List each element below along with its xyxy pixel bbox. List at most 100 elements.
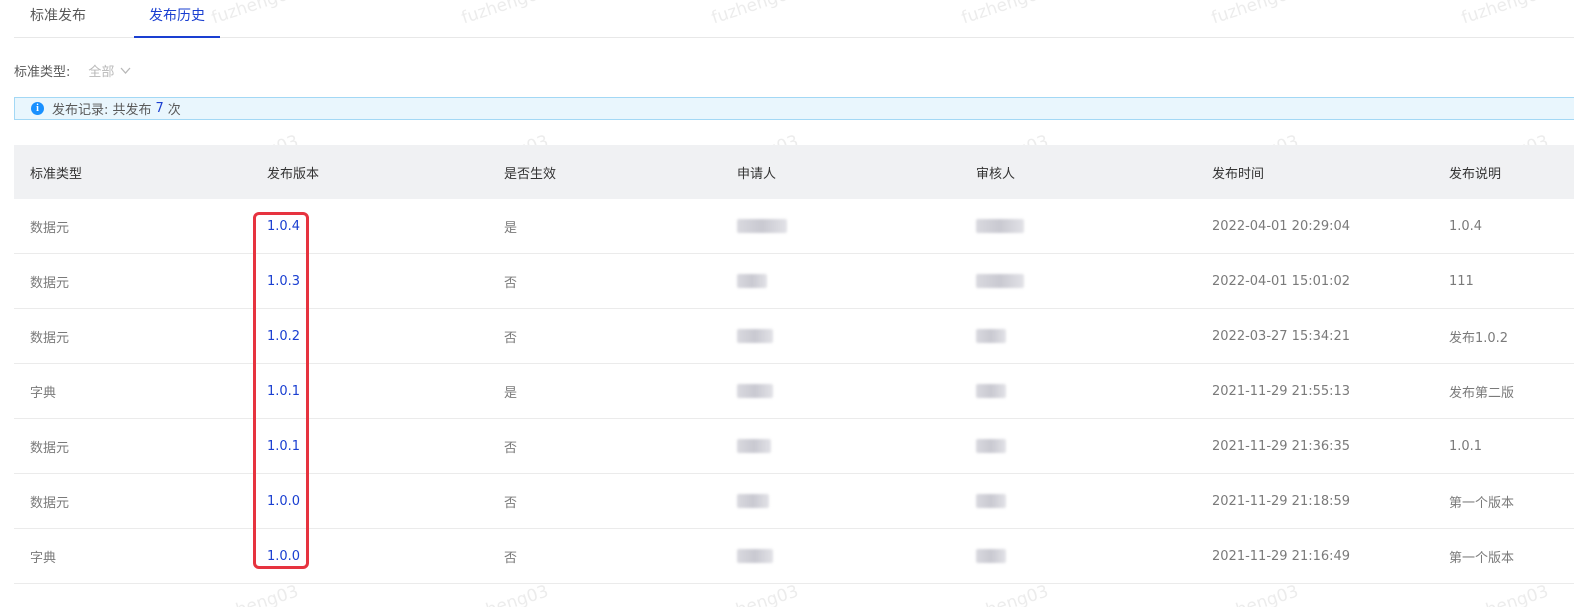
tab-standard-release[interactable]: 标准发布 [30, 0, 86, 37]
table-row: 数据元 1.0.3 否 2022-04-01 15:01:02 111 [14, 254, 1574, 309]
table-row: 数据元 1.0.0 否 2021-11-29 21:18:59 第一个版本 [14, 474, 1574, 529]
cell-effective: 否 [504, 550, 518, 566]
type-select-value: 全部 [88, 64, 115, 80]
header-release-time: 发布时间 [1212, 166, 1265, 182]
cell-standard-type: 字典 [30, 385, 57, 401]
redacted-blur [976, 439, 1006, 453]
table-row: 数据元 1.0.2 否 2022-03-27 15:34:21 发布1.0.2 [14, 309, 1574, 364]
version-link[interactable]: 1.0.1 [267, 364, 300, 418]
cell-release-note: 第一个版本 [1449, 550, 1515, 566]
redacted-blur [737, 439, 771, 453]
cell-standard-type: 数据元 [30, 275, 70, 291]
cell-release-time: 2021-11-29 21:36:35 [1212, 438, 1351, 454]
cell-release-time: 2021-11-29 21:18:59 [1212, 493, 1351, 509]
cell-applicant-redacted [737, 254, 767, 308]
cell-release-note: 1.0.4 [1449, 218, 1483, 234]
version-link[interactable]: 1.0.2 [267, 309, 300, 363]
cell-reviewer-redacted [976, 199, 1024, 253]
type-filter: 标准类型: 全部 [14, 60, 131, 80]
tab-bar: 标准发布 发布历史 [14, 0, 1574, 38]
watermark-text: fuzheng03 [1209, 581, 1302, 607]
watermark-text: fuzheng03 [709, 581, 802, 607]
redacted-blur [976, 549, 1006, 563]
table-row: 字典 1.0.1 是 2021-11-29 21:55:13 发布第二版 [14, 364, 1574, 419]
cell-effective: 是 [504, 220, 518, 236]
table-header: 标准类型 发布版本 是否生效 申请人 审核人 发布时间 发布说明 [14, 145, 1574, 199]
redacted-blur [737, 549, 773, 563]
cell-applicant-redacted [737, 364, 773, 418]
cell-release-note: 发布第二版 [1449, 385, 1515, 401]
cell-applicant-redacted [737, 199, 787, 253]
watermark-text: fuzheng03 [459, 581, 552, 607]
header-effective: 是否生效 [504, 166, 557, 182]
cell-effective: 否 [504, 495, 518, 511]
info-icon: i [31, 102, 44, 115]
version-link[interactable]: 1.0.0 [267, 529, 300, 583]
cell-reviewer-redacted [976, 254, 1024, 308]
chevron-down-icon [120, 67, 131, 74]
watermark-text: fuzheng03 [1459, 581, 1552, 607]
cell-applicant-redacted [737, 419, 771, 473]
version-link[interactable]: 1.0.4 [267, 199, 300, 253]
redacted-blur [737, 219, 787, 233]
cell-reviewer-redacted [976, 309, 1006, 363]
cell-release-time: 2022-04-01 20:29:04 [1212, 218, 1351, 234]
filter-label: 标准类型: [14, 64, 71, 80]
cell-applicant-redacted [737, 529, 773, 583]
cell-reviewer-redacted [976, 529, 1006, 583]
cell-reviewer-redacted [976, 419, 1006, 473]
cell-reviewer-redacted [976, 474, 1006, 528]
cell-release-note: 第一个版本 [1449, 495, 1515, 511]
alert-prefix: 发布记录: 共发布 [52, 103, 152, 118]
redacted-blur [737, 494, 769, 508]
header-release-version: 发布版本 [267, 166, 320, 182]
cell-release-note: 1.0.1 [1449, 438, 1483, 454]
tab-release-history[interactable]: 发布历史 [134, 0, 220, 38]
redacted-blur [737, 384, 773, 398]
table-body: 数据元 1.0.4 是 2022-04-01 20:29:04 1.0.4 数据元 1.0.… [14, 199, 1574, 584]
cell-standard-type: 字典 [30, 550, 57, 566]
redacted-blur [737, 329, 773, 343]
redacted-blur [976, 494, 1006, 508]
redacted-blur [976, 219, 1024, 233]
cell-effective: 否 [504, 330, 518, 346]
cell-release-time: 2021-11-29 21:16:49 [1212, 548, 1351, 564]
watermark-text: fuzheng03 [209, 581, 302, 607]
watermark-text: fuzheng03 [959, 581, 1052, 607]
redacted-blur [976, 329, 1006, 343]
header-applicant: 申请人 [737, 166, 777, 182]
cell-standard-type: 数据元 [30, 495, 70, 511]
table-row: 数据元 1.0.1 否 2021-11-29 21:36:35 1.0.1 [14, 419, 1574, 474]
version-link[interactable]: 1.0.3 [267, 254, 300, 308]
cell-release-time: 2022-03-27 15:34:21 [1212, 328, 1351, 344]
type-select[interactable]: 全部 [88, 61, 131, 80]
cell-release-time: 2021-11-29 21:55:13 [1212, 383, 1351, 399]
cell-applicant-redacted [737, 474, 769, 528]
cell-standard-type: 数据元 [30, 330, 70, 346]
cell-effective: 是 [504, 385, 518, 401]
header-reviewer: 审核人 [976, 166, 1016, 182]
cell-release-note: 111 [1449, 273, 1474, 289]
redacted-blur [976, 274, 1024, 288]
cell-release-time: 2022-04-01 15:01:02 [1212, 273, 1351, 289]
cell-standard-type: 数据元 [30, 220, 70, 236]
release-history-table: 标准类型 发布版本 是否生效 申请人 审核人 发布时间 发布说明 数据元 1.0.… [14, 145, 1574, 584]
release-count-alert: i 发布记录: 共发布 7 次 [14, 97, 1574, 120]
cell-effective: 否 [504, 275, 518, 291]
header-standard-type: 标准类型 [30, 166, 83, 182]
table-row: 数据元 1.0.4 是 2022-04-01 20:29:04 1.0.4 [14, 199, 1574, 254]
alert-count: 7 [155, 101, 164, 116]
version-link[interactable]: 1.0.1 [267, 419, 300, 473]
cell-release-note: 发布1.0.2 [1449, 330, 1509, 346]
cell-applicant-redacted [737, 309, 773, 363]
version-link[interactable]: 1.0.0 [267, 474, 300, 528]
header-release-note: 发布说明 [1449, 166, 1502, 182]
cell-reviewer-redacted [976, 364, 1006, 418]
release-history-page: fuzheng03 fuzheng03 fuzheng03 fuzheng03 fuzh… [0, 0, 1574, 607]
cell-effective: 否 [504, 440, 518, 456]
table-row: 字典 1.0.0 否 2021-11-29 21:16:49 第一个版本 [14, 529, 1574, 584]
alert-suffix: 次 [167, 103, 181, 118]
redacted-blur [976, 384, 1006, 398]
cell-standard-type: 数据元 [30, 440, 70, 456]
redacted-blur [737, 274, 767, 288]
